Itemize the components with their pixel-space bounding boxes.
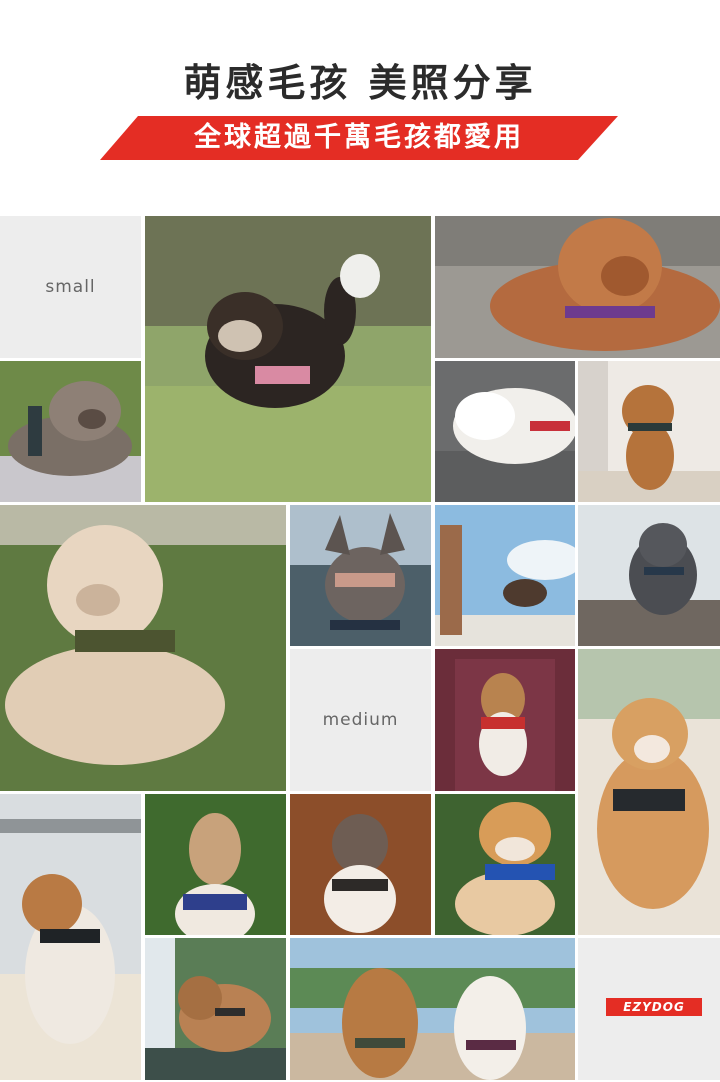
banner-text: 全球超過千萬毛孩都愛用 — [194, 122, 524, 153]
dog-photo-shiba-beach — [578, 649, 720, 935]
page-title: 萌感毛孩 美照分享 — [183, 61, 537, 105]
dog-photo-leaves-dog — [290, 794, 431, 935]
dog-photo-jumping — [435, 505, 575, 646]
dog-photo-labradoodle-grass — [0, 505, 286, 791]
size-label-medium: medium — [290, 649, 431, 791]
dog-photo-french-bulldog — [290, 505, 431, 646]
ezydog-logo: EZYDOG — [606, 998, 702, 1016]
dog-photo-two-dogs-boardwalk — [290, 938, 575, 1080]
header: 萌感毛孩 美照分享 全球超過千萬毛孩都愛用 — [0, 0, 720, 216]
dog-photo-whippet — [145, 794, 286, 935]
size-label-small-text: small — [45, 277, 96, 297]
banner: 全球超過千萬毛孩都愛用 — [100, 116, 618, 160]
dog-photo-beagle-waterfall — [145, 938, 286, 1080]
dog-photo-beagle-door — [435, 649, 575, 791]
size-label-small: small — [0, 216, 141, 358]
dog-photo-fox-terrier — [0, 794, 141, 1080]
ezydog-logo-text: EZYDOG — [623, 1000, 685, 1014]
dog-photo-shiba-grass — [435, 794, 575, 935]
brand-logo-tile: EZYDOG — [578, 938, 720, 1080]
dog-photo-bulldog — [0, 361, 141, 502]
dog-photo-poodle-couch — [435, 216, 720, 358]
dog-photo-yorkie — [145, 216, 431, 502]
dog-photo-white-fluffy — [435, 361, 575, 502]
dog-photo-staffy-pier — [578, 505, 720, 646]
size-label-medium-text: medium — [322, 710, 399, 730]
dog-photo-standing-poodle — [578, 361, 720, 502]
